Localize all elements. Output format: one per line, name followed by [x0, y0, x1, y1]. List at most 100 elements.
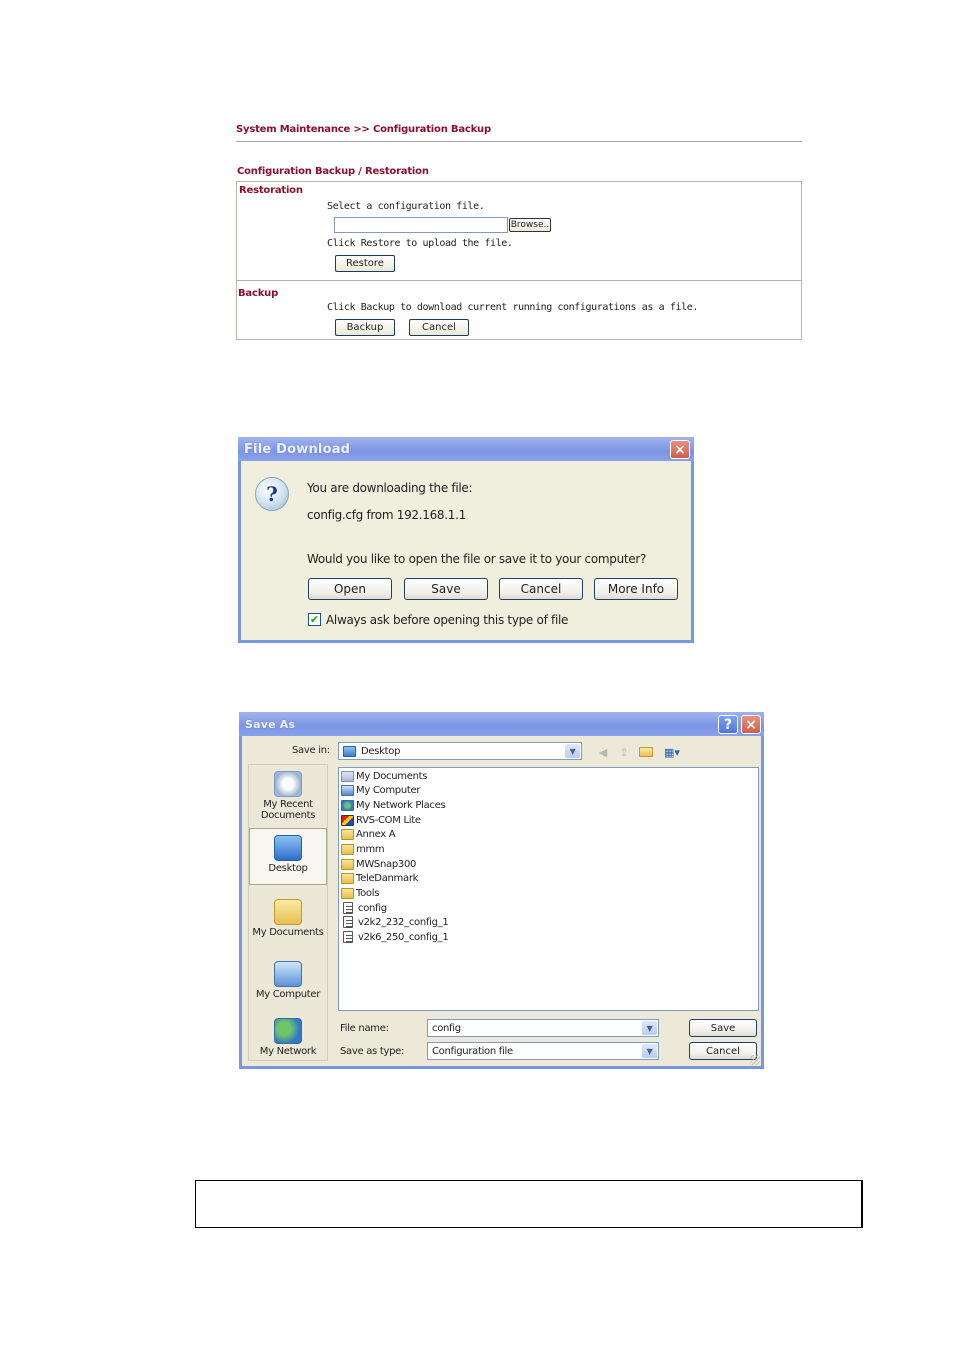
- folder-icon: [341, 872, 354, 884]
- file-name: My Computer: [356, 784, 421, 796]
- view-menu-icon[interactable]: ▦▾: [661, 745, 683, 759]
- list-item[interactable]: MWSnap300: [341, 857, 416, 871]
- save-button[interactable]: Save: [689, 1019, 757, 1037]
- file-name: My Documents: [356, 770, 428, 782]
- my-documents-icon: [274, 899, 302, 925]
- place-desktop[interactable]: Desktop: [249, 828, 327, 885]
- restore-instructions: Click Restore to upload the file.: [327, 238, 513, 249]
- save-as-type-dropdown[interactable]: Configuration file ▼: [427, 1042, 659, 1060]
- more-info-button[interactable]: More Info: [594, 578, 678, 600]
- chevron-down-icon[interactable]: ▼: [565, 744, 580, 758]
- title-bar[interactable]: Save As ? ×: [239, 712, 764, 736]
- place-my-recent-documents[interactable]: My Recent Documents: [249, 767, 327, 825]
- document-icon: [343, 902, 353, 914]
- file-name: RVS-COM Lite: [356, 814, 421, 826]
- restore-button[interactable]: Restore: [335, 255, 395, 272]
- section-divider: [237, 280, 801, 281]
- breadcrumb: System Maintenance >> Configuration Back…: [236, 124, 491, 135]
- places-bar: My Recent Documents Desktop My Documents…: [248, 764, 328, 1061]
- select-file-text: Select a configuration file.: [327, 201, 485, 212]
- desktop-icon: [343, 745, 356, 757]
- download-message: You are downloading the file:: [307, 481, 473, 495]
- place-my-computer[interactable]: My Computer: [249, 953, 327, 1011]
- file-list[interactable]: My Documents My Computer My Network Plac…: [338, 767, 759, 1011]
- list-item[interactable]: TeleDanmark: [341, 871, 418, 885]
- back-icon[interactable]: ◀: [595, 745, 611, 759]
- file-name: Tools: [356, 887, 380, 899]
- folder-icon: [341, 828, 354, 840]
- title-bar[interactable]: File Download ×: [238, 437, 694, 461]
- file-name-input[interactable]: config ▼: [427, 1019, 659, 1037]
- file-name: Annex A: [356, 828, 396, 840]
- backup-label: Backup: [238, 288, 279, 299]
- dialog-title: Save As: [245, 717, 296, 731]
- network-places-icon: [341, 799, 354, 811]
- place-label: My Computer: [255, 989, 321, 1000]
- list-item[interactable]: Annex A: [341, 827, 396, 841]
- dialog-title: File Download: [244, 441, 351, 457]
- place-my-network[interactable]: My Network: [249, 1014, 327, 1060]
- list-item[interactable]: My Computer: [341, 783, 420, 797]
- place-my-documents[interactable]: My Documents: [249, 891, 327, 949]
- open-button[interactable]: Open: [308, 578, 392, 600]
- backup-button[interactable]: Backup: [335, 319, 395, 336]
- list-item[interactable]: My Documents: [341, 769, 427, 783]
- always-ask-checkbox[interactable]: ✔: [308, 613, 321, 626]
- file-name: TeleDanmark: [356, 872, 419, 884]
- cancel-button[interactable]: Cancel: [409, 319, 469, 336]
- file-name: config: [358, 902, 387, 914]
- always-ask-label: Always ask before opening this type of f…: [326, 613, 569, 627]
- resize-grip[interactable]: [750, 1055, 760, 1065]
- file-name: v2k2_232_config_1: [358, 916, 449, 928]
- file-name: v2k6_250_config_1: [358, 931, 449, 943]
- list-item[interactable]: v2k6_250_config_1: [341, 930, 449, 944]
- list-item[interactable]: Tools: [341, 886, 379, 900]
- up-folder-icon[interactable]: ⇧: [616, 745, 632, 759]
- config-file-input[interactable]: [334, 217, 508, 233]
- checkmark-icon: ✔: [309, 613, 320, 626]
- chevron-down-icon[interactable]: ▼: [642, 1044, 657, 1058]
- list-item[interactable]: v2k2_232_config_1: [341, 915, 449, 929]
- save-button[interactable]: Save: [404, 578, 488, 600]
- file-download-dialog: File Download × ? You are downloading th…: [238, 437, 694, 643]
- help-icon[interactable]: ?: [718, 715, 738, 734]
- question-icon: ?: [255, 477, 289, 511]
- file-name-value: config: [432, 1022, 461, 1034]
- list-item[interactable]: My Network Places: [341, 798, 446, 812]
- recent-documents-icon: [274, 771, 302, 797]
- save-as-type-value: Configuration file: [432, 1045, 513, 1057]
- shortcut-icon: [341, 814, 354, 826]
- close-icon[interactable]: ×: [741, 715, 761, 734]
- desktop-icon: [274, 835, 302, 861]
- folder-icon: [341, 843, 354, 855]
- section-title: Configuration Backup / Restoration: [237, 166, 429, 177]
- my-network-icon: [274, 1018, 302, 1044]
- file-source: config.cfg from 192.168.1.1: [307, 508, 466, 522]
- file-name-label: File name:: [340, 1023, 389, 1034]
- my-computer-icon: [274, 961, 302, 987]
- close-icon[interactable]: ×: [670, 440, 690, 459]
- browse-button[interactable]: Browse..: [509, 218, 551, 232]
- my-documents-icon: [341, 770, 354, 782]
- save-in-dropdown[interactable]: Desktop ▼: [338, 742, 582, 760]
- cancel-button[interactable]: Cancel: [689, 1042, 757, 1060]
- save-in-label: Save in:: [292, 745, 330, 756]
- list-item[interactable]: config: [341, 901, 387, 915]
- list-item[interactable]: mmm: [341, 842, 385, 856]
- place-label: Desktop: [268, 863, 308, 874]
- note-box: [195, 1180, 863, 1228]
- file-name: My Network Places: [356, 799, 446, 811]
- list-item[interactable]: RVS-COM Lite: [341, 813, 421, 827]
- folder-icon: [341, 858, 354, 870]
- save-in-value: Desktop: [361, 745, 401, 757]
- chevron-down-icon[interactable]: ▼: [642, 1021, 657, 1035]
- file-name: mmm: [356, 843, 385, 855]
- cancel-button[interactable]: Cancel: [499, 578, 583, 600]
- place-label: My Documents: [252, 927, 324, 938]
- restoration-label: Restoration: [239, 185, 303, 196]
- new-folder-icon[interactable]: [638, 745, 654, 759]
- my-computer-icon: [341, 784, 354, 796]
- place-label: My Network: [259, 1046, 317, 1057]
- file-name: MWSnap300: [356, 858, 417, 870]
- save-as-dialog: Save As ? × Save in: Desktop ▼ ◀ ⇧ ▦▾ My…: [239, 712, 764, 1069]
